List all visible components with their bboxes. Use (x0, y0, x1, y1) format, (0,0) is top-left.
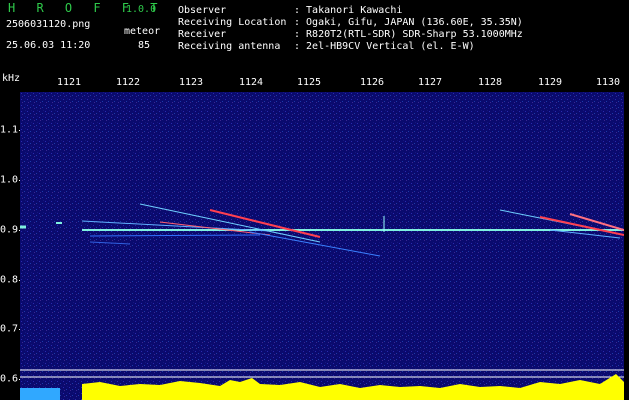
receiver-label: Receiver (178, 29, 227, 40)
y-tick-label: 0.7 (0, 323, 19, 335)
y-tick-label: 0.8 (0, 274, 19, 286)
y-tick-label: 0.6 (0, 373, 19, 385)
y-tick-label: 1.0 (0, 174, 19, 186)
y-tick-label: 0.9 (0, 224, 19, 236)
antenna-label: Receiving antenna (178, 41, 281, 52)
app-version: 1.0.0 (126, 4, 157, 15)
meteor-label: meteor (124, 26, 161, 37)
observer-value: : Takanori Kawachi (294, 5, 403, 16)
power-bar-blue (20, 388, 60, 400)
x-tick-label: 1128 (477, 77, 503, 88)
x-tick-label: 1126 (359, 77, 385, 88)
location-value: : Ogaki, Gifu, JAPAN (136.60E, 35.35N) (294, 17, 523, 28)
spectrogram-plot (20, 92, 624, 400)
x-tick-label: 1130 (595, 77, 621, 88)
observer-label: Observer (178, 5, 227, 16)
date-time: 25.06.03 11:20 (6, 40, 91, 51)
x-tick-label: 1121 (56, 77, 82, 88)
x-tick-label: 1122 (115, 77, 141, 88)
x-axis: 1121 1122 1123 1124 1125 1126 1127 1128 … (0, 77, 629, 93)
spectrogram-background (20, 92, 624, 400)
file-name: 2506031120.png (6, 19, 91, 30)
x-tick-label: 1125 (296, 77, 322, 88)
meteor-count: 85 (138, 40, 151, 51)
x-tick-label: 1123 (178, 77, 204, 88)
y-tick-label: 1.1 (0, 124, 19, 136)
x-tick-label: 1129 (537, 77, 563, 88)
location-label: Receiving Location (178, 17, 287, 28)
antenna-value: : 2el-HB9CV Vertical (el. E-W) (294, 41, 475, 52)
x-tick-label: 1124 (238, 77, 264, 88)
header-panel: H R O F F T 1.0.0 2506031120.png 25.06.0… (0, 0, 629, 75)
x-tick-label: 1127 (417, 77, 443, 88)
receiver-value: : R820T2(RTL-SDR) SDR-Sharp 53.1000MHz (294, 29, 523, 40)
